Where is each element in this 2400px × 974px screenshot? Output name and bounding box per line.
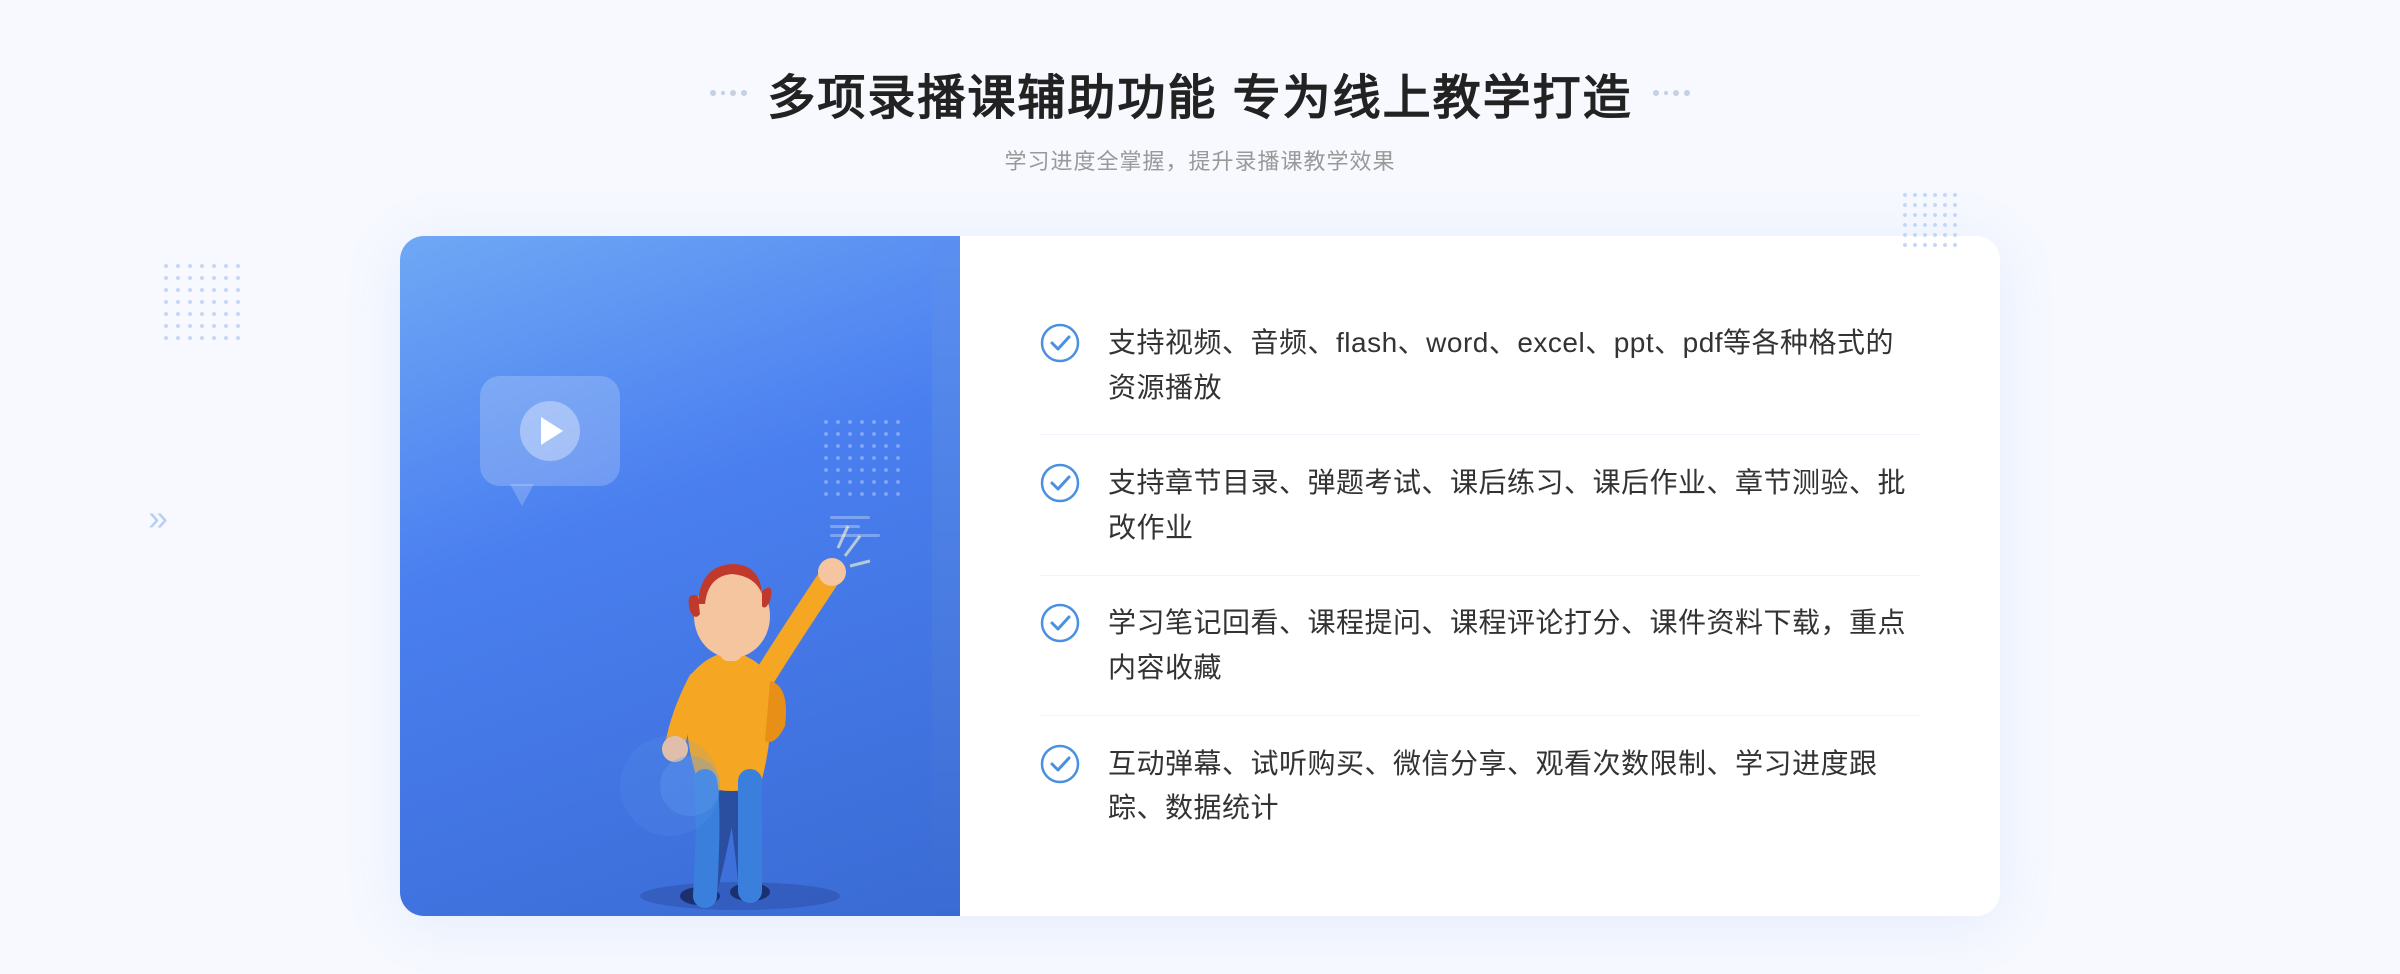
illustration-panel — [400, 236, 960, 916]
person-illustration — [590, 436, 890, 916]
feature-text-4: 互动弹幕、试听购买、微信分享、观看次数限制、学习进度跟踪、数据统计 — [1108, 742, 1920, 832]
chevron-left-decoration: » — [148, 500, 168, 536]
feature-item-2: 支持章节目录、弹题考试、课后练习、课后作业、章节测验、批改作业 — [1040, 437, 1920, 576]
title-row: 多项录播课辅助功能 专为线上教学打造 — [710, 58, 1689, 128]
dots-decoration-left — [160, 260, 240, 340]
features-panel: 支持视频、音频、flash、word、excel、ppt、pdf等各种格式的资源… — [960, 236, 2000, 916]
deco-dots-right — [1653, 90, 1690, 96]
deco-circle-small — [660, 756, 720, 816]
check-icon-3 — [1040, 603, 1080, 643]
feature-text-1: 支持视频、音频、flash、word、excel、ppt、pdf等各种格式的资源… — [1108, 321, 1920, 411]
dots-decoration-right — [1900, 190, 1960, 250]
subtitle: 学习进度全掌握，提升录播课教学效果 — [710, 144, 1689, 176]
check-icon-4 — [1040, 744, 1080, 784]
page-wrapper: » 多项录播课辅助功能 专为线上教学打造 学习进度全掌握，提升录播课教学效果 — [0, 0, 2400, 974]
header-section: 多项录播课辅助功能 专为线上教学打造 学习进度全掌握，提升录播课教学效果 — [710, 58, 1689, 176]
main-title: 多项录播课辅助功能 专为线上教学打造 — [767, 58, 1632, 128]
check-icon-1 — [1040, 323, 1080, 363]
feature-item-4: 互动弹幕、试听购买、微信分享、观看次数限制、学习进度跟踪、数据统计 — [1040, 718, 1920, 856]
feature-text-3: 学习笔记回看、课程提问、课程评论打分、课件资料下载，重点内容收藏 — [1108, 601, 1920, 691]
accent-bar — [932, 236, 960, 916]
deco-dots-left — [710, 90, 747, 96]
play-icon — [520, 401, 580, 461]
feature-item-1: 支持视频、音频、flash、word、excel、ppt、pdf等各种格式的资源… — [1040, 297, 1920, 436]
feature-item-3: 学习笔记回看、课程提问、课程评论打分、课件资料下载，重点内容收藏 — [1040, 577, 1920, 716]
content-card: 支持视频、音频、flash、word、excel、ppt、pdf等各种格式的资源… — [400, 236, 2000, 916]
play-triangle — [541, 417, 563, 445]
check-icon-2 — [1040, 463, 1080, 503]
feature-text-2: 支持章节目录、弹题考试、课后练习、课后作业、章节测验、批改作业 — [1108, 461, 1920, 551]
